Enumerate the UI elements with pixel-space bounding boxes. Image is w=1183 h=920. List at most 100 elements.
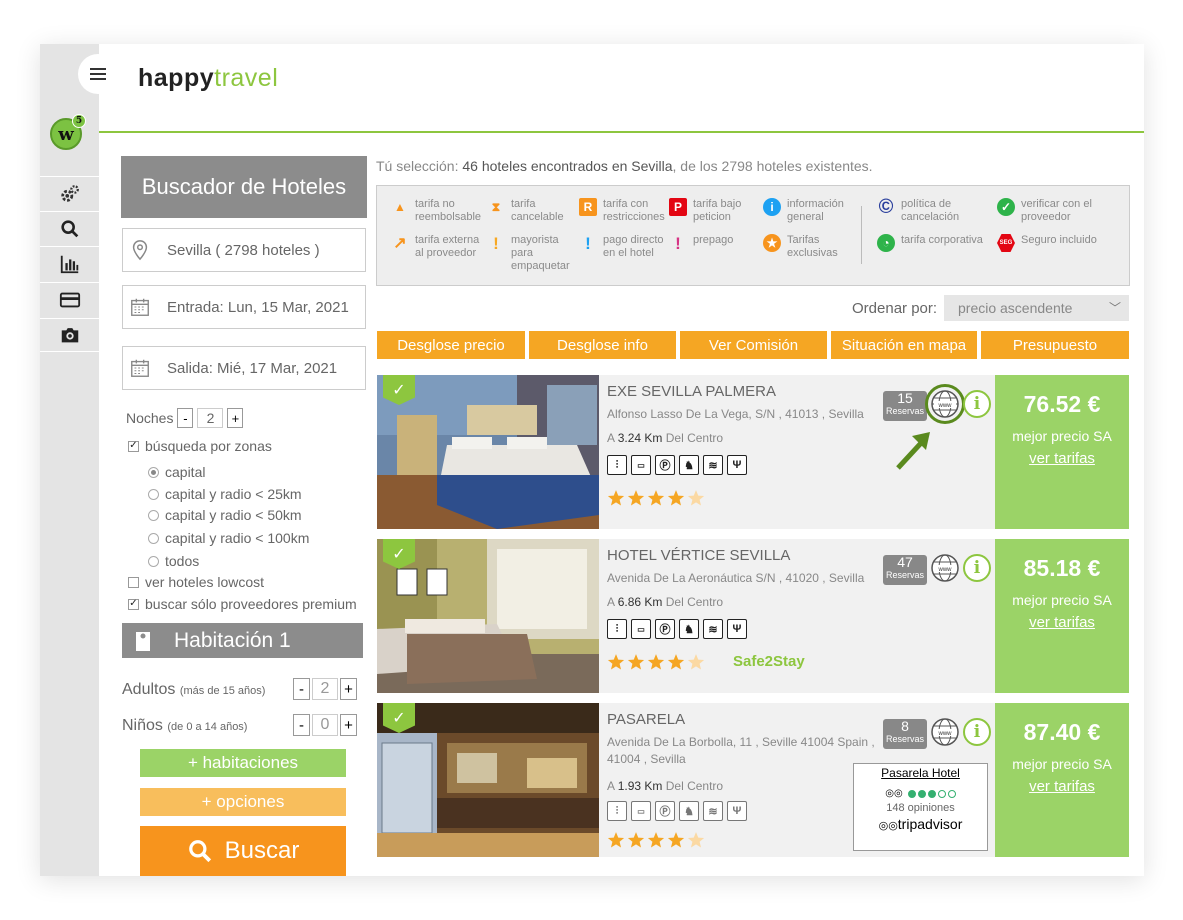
stats-button[interactable]: [40, 246, 99, 280]
info-icon[interactable]: i: [963, 554, 991, 582]
checkout-field[interactable]: Salida: Mié, 17 Mar, 2021: [122, 346, 366, 390]
adults-minus-button[interactable]: -: [293, 678, 310, 700]
star-empty-icon: [687, 832, 705, 848]
star-icon: ★: [763, 234, 781, 252]
legend-item: © política de cancelación: [878, 195, 960, 224]
request-icon: P: [669, 198, 687, 216]
website-icon[interactable]: www: [930, 389, 960, 419]
zone-search-checkbox[interactable]: ✓ búsqueda por zonas: [128, 438, 272, 454]
info-icon[interactable]: i: [963, 390, 991, 418]
brand-logo[interactable]: happytravel: [138, 64, 278, 93]
tab-map[interactable]: Situación en mapa: [831, 331, 977, 359]
checkbox-checked[interactable]: ✓: [128, 598, 139, 610]
kids-minus-button[interactable]: -: [293, 714, 310, 736]
more-options-button[interactable]: + opciones: [140, 788, 346, 816]
star-filled-icon: [607, 490, 625, 506]
star-filled-icon: [607, 832, 625, 848]
zone-radio-all[interactable]: todos: [148, 553, 199, 569]
see-rates-link[interactable]: ver tarifas: [995, 614, 1129, 631]
search-nav-button[interactable]: [40, 211, 99, 245]
gallery-button[interactable]: [40, 318, 99, 352]
hotel-name[interactable]: EXE SEVILLA PALMERA: [607, 383, 776, 400]
add-rooms-button[interactable]: + habitaciones: [140, 749, 346, 777]
payments-button[interactable]: [40, 282, 99, 316]
tab-commission[interactable]: Ver Comisión: [680, 331, 827, 359]
website-icon[interactable]: www: [930, 717, 960, 747]
adults-plus-button[interactable]: +: [340, 678, 357, 700]
star-filled-icon: [667, 490, 685, 506]
user-badge[interactable]: w5: [50, 114, 86, 150]
parking-meter-icon: ▭: [631, 455, 651, 475]
hotel-photo[interactable]: ✓: [377, 539, 599, 693]
zone-radio-25km[interactable]: capital y radio < 25km: [148, 486, 302, 502]
star-rating: [607, 831, 705, 849]
website-icon[interactable]: www: [930, 553, 960, 583]
checkin-field[interactable]: Entrada: Lun, 15 Mar, 2021: [122, 285, 366, 329]
pool-icon: ≋: [703, 455, 723, 475]
review-count: 148 opiniones: [886, 802, 955, 814]
hotel-distance: A 6.86 Km Del Centro: [607, 595, 724, 609]
safe2stay-badge: Safe2Stay: [733, 653, 805, 670]
checkbox-checked[interactable]: ✓: [128, 440, 139, 452]
sidebar-rail: [40, 44, 99, 876]
pets-icon: ♞: [679, 801, 699, 821]
radio[interactable]: [148, 532, 159, 544]
adults-value[interactable]: 2: [312, 678, 338, 700]
chevron-down-icon: ﹀: [1108, 301, 1121, 315]
see-rates-link[interactable]: ver tarifas: [995, 450, 1129, 467]
zone-radio-50km[interactable]: capital y radio < 50km: [148, 507, 302, 523]
nights-selector: Noches - 2 +: [126, 408, 244, 428]
kids-plus-button[interactable]: +: [340, 714, 357, 736]
door-hanger-icon: [136, 631, 150, 651]
tab-info-breakdown[interactable]: Desglose info: [529, 331, 676, 359]
nights-minus-button[interactable]: -: [177, 408, 194, 428]
see-rates-link[interactable]: ver tarifas: [995, 778, 1129, 795]
radio[interactable]: [148, 488, 159, 500]
radio[interactable]: [148, 555, 159, 567]
nights-value[interactable]: 2: [197, 408, 224, 428]
order-select[interactable]: precio ascendente ﹀: [944, 295, 1129, 321]
app-frame: w5 happytravel Buscador de Hoteles Sevil…: [40, 44, 1144, 876]
legend-item: Ptarifa bajo peticion: [669, 198, 753, 224]
hotel-distance: A 1.93 Km Del Centro: [607, 779, 724, 793]
lowcost-checkbox[interactable]: ver hoteles lowcost: [128, 574, 264, 590]
pool-icon: ≋: [703, 801, 723, 821]
check-circle-icon: ✓: [997, 198, 1015, 216]
tab-quote[interactable]: Presupuesto: [981, 331, 1129, 359]
radio-selected[interactable]: [148, 466, 159, 478]
hotel-photo[interactable]: ✓: [377, 375, 599, 529]
destination-field[interactable]: Sevilla ( 2798 hoteles ): [122, 228, 366, 272]
bell-icon: ▲: [394, 199, 406, 214]
hotel-photo[interactable]: ✓: [377, 703, 599, 857]
tab-price-breakdown[interactable]: Desglose precio: [377, 331, 525, 359]
hotel-address: Avenida De La Aeronáutica S/N , 41020 , …: [607, 571, 865, 585]
search-panel-title: Buscador de Hoteles: [121, 156, 367, 218]
star-rating: [607, 489, 705, 507]
hotel-card: ✓ PASARELA Avenida De La Borbolla, 11 , …: [377, 703, 1129, 857]
tripadvisor-widget[interactable]: Pasarela Hotel ◎◎ 148 opiniones ◎◎tripad…: [853, 763, 988, 851]
adults-stepper: - 2 +: [293, 678, 357, 700]
reservations-badge: 15 Reservas: [883, 391, 927, 421]
zone-radio-capital[interactable]: capital: [148, 464, 205, 480]
settings-button[interactable]: [40, 176, 99, 210]
price-box: 87.40 € mejor precio SA ver tarifas: [995, 703, 1129, 857]
reservations-badge: 47 Reservas: [883, 555, 927, 585]
price-box: 85.18 € mejor precio SA ver tarifas: [995, 539, 1129, 693]
star-filled-icon: [667, 832, 685, 848]
radio[interactable]: [148, 509, 159, 521]
premium-checkbox[interactable]: ✓ buscar sólo proveedores premium: [128, 596, 357, 612]
kids-value[interactable]: 0: [312, 714, 338, 736]
hotel-name[interactable]: HOTEL VÉRTICE SEVILLA: [607, 547, 790, 564]
nights-plus-button[interactable]: +: [227, 408, 244, 428]
tripadvisor-hotel-link[interactable]: Pasarela Hotel: [854, 766, 987, 780]
checkbox[interactable]: [128, 576, 139, 588]
hotel-name[interactable]: PASARELA: [607, 711, 685, 728]
restaurant-icon: Ψ: [727, 619, 747, 639]
zone-radio-100km[interactable]: capital y radio < 100km: [148, 530, 309, 546]
restriction-icon: R: [579, 198, 597, 216]
hamburger-icon: [90, 73, 106, 75]
info-icon[interactable]: i: [963, 718, 991, 746]
menu-button[interactable]: [78, 54, 118, 94]
rating-dot: [917, 789, 926, 798]
search-button[interactable]: Buscar: [140, 826, 346, 876]
